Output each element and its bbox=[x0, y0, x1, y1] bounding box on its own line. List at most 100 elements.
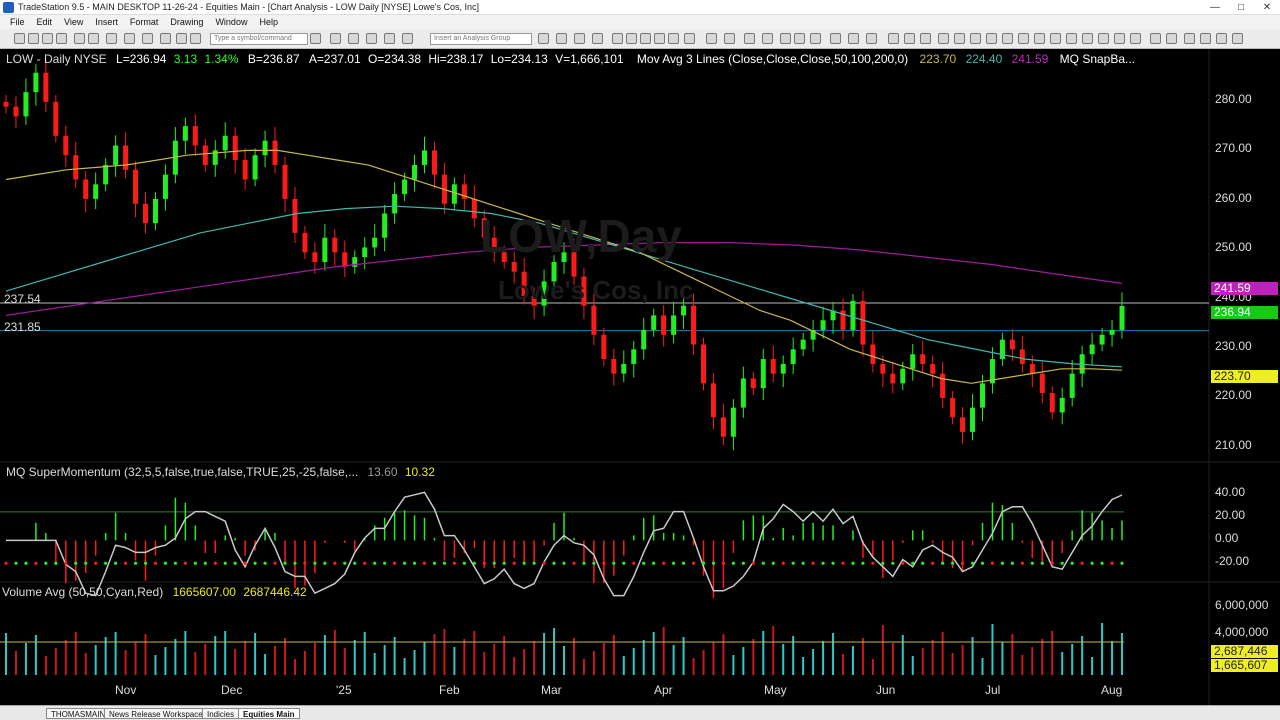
symbol-input[interactable]: Type a symbol/command bbox=[210, 33, 308, 45]
momentum-dot bbox=[74, 561, 78, 565]
rect-icon[interactable] bbox=[1082, 33, 1093, 44]
momentum-dot bbox=[193, 561, 197, 565]
cut-icon[interactable] bbox=[74, 33, 85, 44]
copy-icon[interactable] bbox=[88, 33, 99, 44]
fib-icon[interactable] bbox=[1002, 33, 1013, 44]
strategy-icon[interactable] bbox=[538, 33, 549, 44]
gann-icon[interactable] bbox=[1018, 33, 1029, 44]
radar-icon[interactable] bbox=[142, 33, 153, 44]
momentum-dot bbox=[731, 561, 735, 565]
zoom-out-icon[interactable] bbox=[810, 33, 821, 44]
new-window-icon[interactable] bbox=[14, 33, 25, 44]
scanner-icon[interactable] bbox=[160, 33, 171, 44]
window-icon[interactable] bbox=[348, 33, 359, 44]
drawing-b-icon[interactable] bbox=[904, 33, 915, 44]
color-icon[interactable] bbox=[744, 33, 755, 44]
momentum-dot bbox=[502, 561, 506, 565]
menu-insert[interactable]: Insert bbox=[89, 15, 124, 29]
trendline-icon[interactable] bbox=[938, 33, 949, 44]
table-icon[interactable] bbox=[366, 33, 377, 44]
link-icon[interactable] bbox=[402, 33, 413, 44]
arrow-icon[interactable] bbox=[1050, 33, 1061, 44]
momentum-value-1: 13.60 bbox=[367, 465, 398, 479]
report-icon[interactable] bbox=[384, 33, 395, 44]
candle-body bbox=[252, 155, 258, 180]
chart-analysis-window[interactable]: LOW - Daily NYSE L=236.94 3.13 1.34% B=2… bbox=[0, 49, 1280, 705]
hline-icon[interactable] bbox=[954, 33, 965, 44]
matrix-icon[interactable] bbox=[176, 33, 187, 44]
up-arrow-icon[interactable] bbox=[1166, 33, 1177, 44]
menu-help[interactable]: Help bbox=[253, 15, 284, 29]
close-button[interactable]: ✕ bbox=[1254, 0, 1280, 15]
menu-file[interactable]: File bbox=[4, 15, 31, 29]
brush-icon[interactable] bbox=[1130, 33, 1141, 44]
candle-type-icon[interactable] bbox=[724, 33, 735, 44]
square-tool-icon[interactable] bbox=[1216, 33, 1227, 44]
print-icon[interactable] bbox=[106, 33, 117, 44]
maximize-button[interactable]: □ bbox=[1228, 0, 1254, 15]
tab-thomasmain[interactable]: THOMASMAIN bbox=[46, 708, 111, 719]
tab-indicies[interactable]: Indicies bbox=[202, 708, 240, 719]
drawing-a-icon[interactable] bbox=[888, 33, 899, 44]
channel-icon[interactable] bbox=[986, 33, 997, 44]
text-icon[interactable] bbox=[1034, 33, 1045, 44]
momentum-dot bbox=[1110, 561, 1114, 565]
abc-icon[interactable] bbox=[1232, 33, 1243, 44]
tool-f-icon[interactable] bbox=[684, 33, 695, 44]
candle-body bbox=[282, 164, 288, 199]
line-tool-icon[interactable] bbox=[1184, 33, 1195, 44]
chart-canvas[interactable] bbox=[0, 49, 1280, 705]
palette-icon[interactable] bbox=[762, 33, 773, 44]
tool-b-icon[interactable] bbox=[626, 33, 637, 44]
pencil-icon[interactable] bbox=[1098, 33, 1109, 44]
circle-tool-icon[interactable] bbox=[1200, 33, 1211, 44]
layout-icon[interactable] bbox=[56, 33, 67, 44]
candle-body bbox=[53, 101, 59, 136]
momentum-dot bbox=[233, 561, 237, 565]
format-icon[interactable] bbox=[574, 33, 585, 44]
indicator-icon[interactable] bbox=[556, 33, 567, 44]
tool-d-icon[interactable] bbox=[654, 33, 665, 44]
go-arrow-icon[interactable] bbox=[310, 33, 321, 44]
chart-icon[interactable] bbox=[124, 33, 135, 44]
vline-icon[interactable] bbox=[970, 33, 981, 44]
tab-news-release-workspace[interactable]: News Release Workspace bbox=[104, 708, 208, 719]
pointer-icon[interactable] bbox=[830, 33, 841, 44]
drawing-c-icon[interactable] bbox=[920, 33, 931, 44]
analysis-group-input[interactable]: Insert an Analysis Group bbox=[430, 33, 532, 45]
candle-body bbox=[701, 344, 706, 384]
tool-e-icon[interactable] bbox=[668, 33, 679, 44]
menu-edit[interactable]: Edit bbox=[31, 15, 59, 29]
menu-format[interactable]: Format bbox=[124, 15, 165, 29]
crosshair-icon[interactable] bbox=[848, 33, 859, 44]
zoom-in-icon[interactable] bbox=[794, 33, 805, 44]
tool-a-icon[interactable] bbox=[612, 33, 623, 44]
ellipse-icon[interactable] bbox=[1066, 33, 1077, 44]
momentum-dot bbox=[951, 561, 955, 565]
volume-value-1: 1665607.00 bbox=[172, 585, 236, 599]
menu-drawing[interactable]: Drawing bbox=[164, 15, 209, 29]
open-icon[interactable] bbox=[28, 33, 39, 44]
down-arrow-icon[interactable] bbox=[1150, 33, 1161, 44]
menu-view[interactable]: View bbox=[58, 15, 89, 29]
hotlist-icon[interactable] bbox=[190, 33, 201, 44]
save-icon[interactable] bbox=[42, 33, 53, 44]
style-icon[interactable] bbox=[780, 33, 791, 44]
grid-icon[interactable] bbox=[330, 33, 341, 44]
momentum-dot bbox=[353, 561, 357, 565]
refresh-icon[interactable] bbox=[592, 33, 603, 44]
tab-equities-main[interactable]: Equities Main bbox=[238, 708, 300, 719]
minimize-button[interactable]: — bbox=[1202, 0, 1228, 15]
tradestation-logo-icon bbox=[3, 2, 14, 13]
bar-type-icon[interactable] bbox=[706, 33, 717, 44]
momentum-dot bbox=[512, 561, 516, 565]
momentum-dot bbox=[273, 561, 277, 565]
momentum-dot bbox=[921, 561, 925, 565]
candle-body bbox=[63, 135, 69, 156]
candle-body bbox=[23, 92, 29, 117]
tool-c-icon[interactable] bbox=[640, 33, 651, 44]
candle-body bbox=[631, 349, 637, 364]
menu-window[interactable]: Window bbox=[209, 15, 253, 29]
wrench-icon[interactable] bbox=[866, 33, 877, 44]
arc-icon[interactable] bbox=[1114, 33, 1125, 44]
